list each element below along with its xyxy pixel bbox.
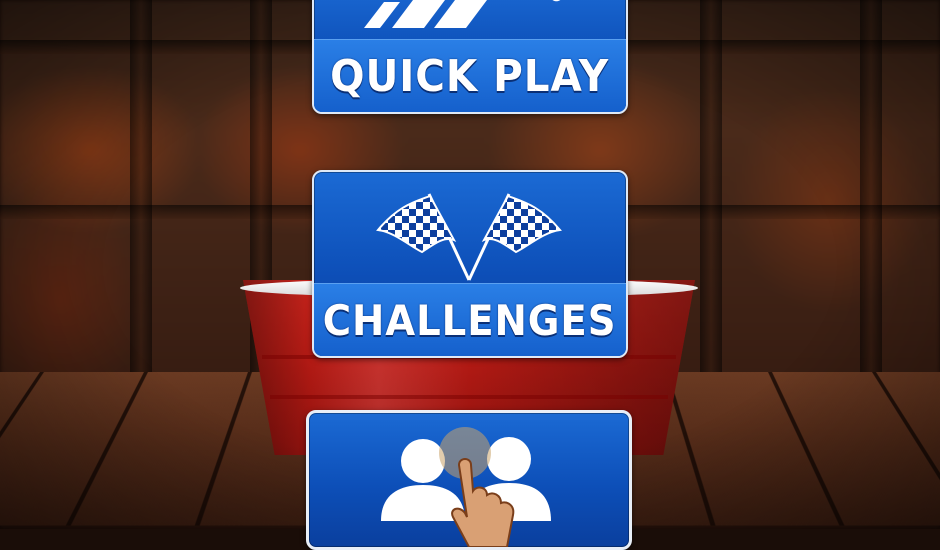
quick-play-counter: 0 xyxy=(549,0,564,7)
wall-pillar xyxy=(860,0,882,380)
challenges-label-bar: CHALLENGES xyxy=(314,283,626,356)
multiplayer-button[interactable] xyxy=(306,410,632,550)
quick-play-button[interactable]: 0 QUICK PLAY xyxy=(312,0,628,114)
quick-play-label: QUICK PLAY xyxy=(330,50,610,102)
speed-stripes-icon xyxy=(364,0,487,28)
multiplayer-people-icon xyxy=(381,427,551,547)
wall-pillar xyxy=(130,0,152,380)
challenges-label: CHALLENGES xyxy=(323,295,617,345)
challenges-button[interactable]: CHALLENGES xyxy=(312,170,628,358)
wall-pillar xyxy=(700,0,722,380)
cup-band xyxy=(270,395,668,399)
checkered-flags-icon xyxy=(376,193,562,281)
quick-play-label-bar: QUICK PLAY xyxy=(314,39,626,112)
